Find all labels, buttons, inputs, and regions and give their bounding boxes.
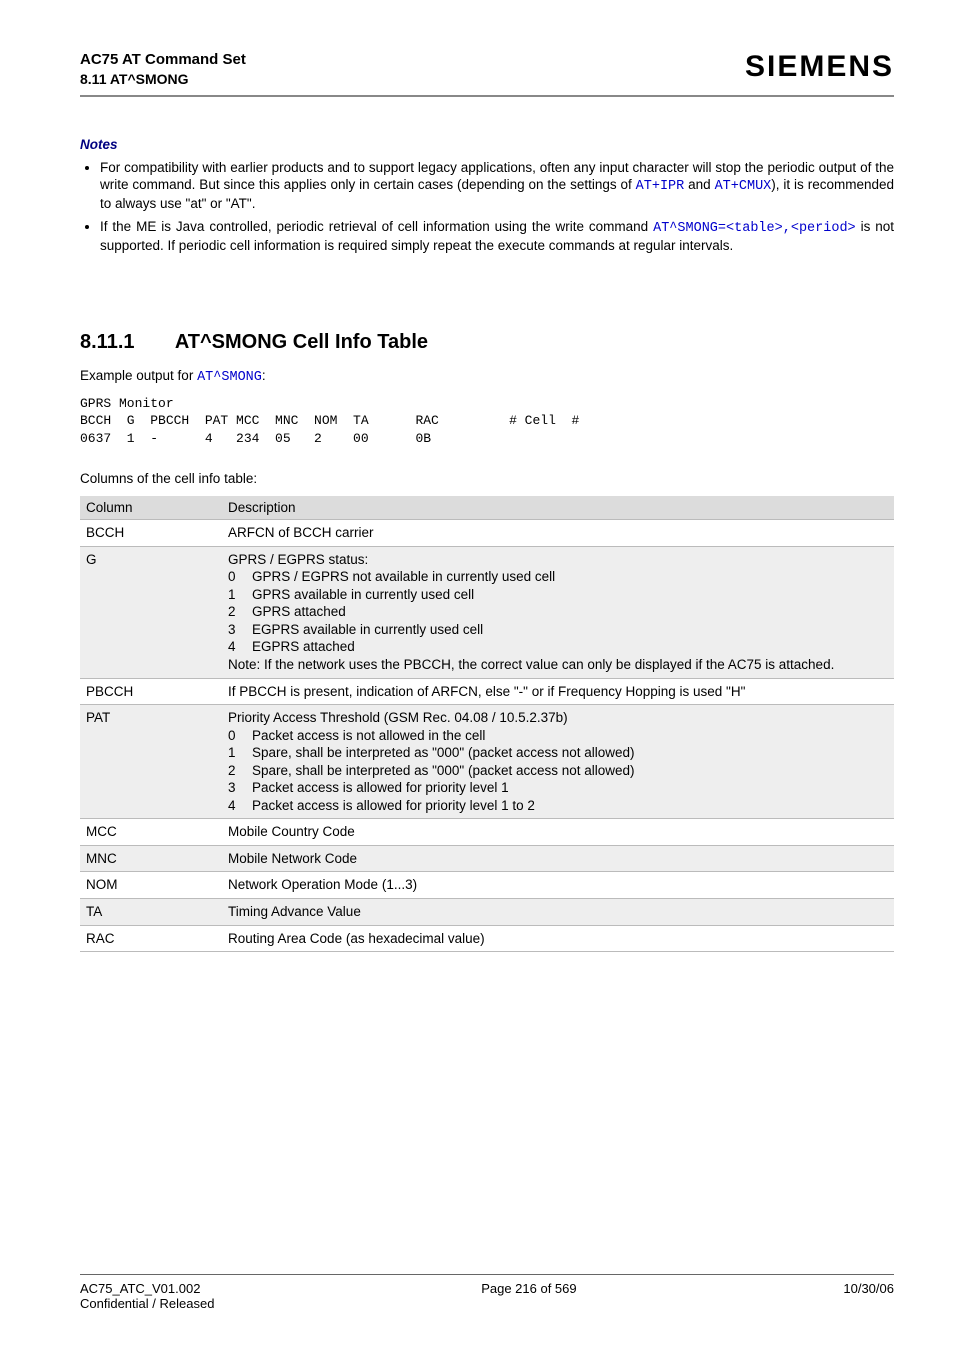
example-text: :	[262, 368, 266, 383]
doc-title: AC75 AT Command Set	[80, 50, 246, 70]
enum-number: 0	[228, 727, 240, 745]
enum-number: 2	[228, 603, 240, 621]
comma-text: ,	[783, 221, 791, 236]
enum-row: 2 GPRS attached	[228, 603, 888, 621]
table-row: MCCMobile Country Code	[80, 819, 894, 846]
brand-logo: SIEMENS	[745, 50, 894, 84]
enum-row: 4 EGPRS attached	[228, 638, 888, 656]
notes-heading: Notes	[80, 137, 894, 152]
table-param-link[interactable]: <table>	[726, 221, 783, 236]
footer-page-number: Page 216 of 569	[481, 1281, 576, 1311]
enum-row: 1 Spare, shall be interpreted as "000" (p…	[228, 744, 888, 762]
footer-confidential: Confidential / Released	[80, 1296, 214, 1311]
table-row: RACRouting Area Code (as hexadecimal val…	[80, 925, 894, 952]
enum-text: Spare, shall be interpreted as "000" (pa…	[252, 744, 635, 762]
equals-text: =	[718, 221, 726, 236]
header-left: AC75 AT Command Set 8.11 AT^SMONG	[80, 50, 246, 89]
note-item: If the ME is Java controlled, periodic r…	[100, 219, 894, 255]
footer-left: AC75_ATC_V01.002 Confidential / Released	[80, 1281, 214, 1311]
description-cell: Priority Access Threshold (GSM Rec. 04.0…	[222, 705, 894, 819]
enum-text: Packet access is allowed for priority le…	[252, 779, 509, 797]
column-name-cell: PBCCH	[80, 678, 222, 705]
section-title: AT^SMONG Cell Info Table	[175, 331, 428, 353]
column-name-cell: NOM	[80, 872, 222, 899]
note-text: and	[684, 177, 714, 192]
column-name-cell: MCC	[80, 819, 222, 846]
example-output: GPRS Monitor BCCH G PBCCH PAT MCC MNC NO…	[80, 395, 894, 448]
note-item: For compatibility with earlier products …	[100, 160, 894, 213]
section-number: 8.11.1	[80, 331, 170, 354]
description-cell: Mobile Country Code	[222, 819, 894, 846]
table-row: NOMNetwork Operation Mode (1...3)	[80, 872, 894, 899]
enum-number: 4	[228, 797, 240, 815]
enum-text: GPRS available in currently used cell	[252, 586, 474, 604]
notes-list: For compatibility with earlier products …	[80, 160, 894, 260]
enum-number: 4	[228, 638, 240, 656]
enum-text: Packet access is allowed for priority le…	[252, 797, 535, 815]
enum-text: EGPRS available in currently used cell	[252, 621, 483, 639]
description-cell: If PBCCH is present, indication of ARFCN…	[222, 678, 894, 705]
enum-row: 1 GPRS available in currently used cell	[228, 586, 888, 604]
enum-number: 2	[228, 762, 240, 780]
enum-number: 1	[228, 744, 240, 762]
at-smong-link[interactable]: AT^SMONG	[653, 221, 718, 236]
table-row: TATiming Advance Value	[80, 899, 894, 926]
column-name-cell: BCCH	[80, 520, 222, 547]
column-name-cell: G	[80, 546, 222, 678]
description-cell: Network Operation Mode (1...3)	[222, 872, 894, 899]
note-text: If the ME is Java controlled, periodic r…	[100, 219, 653, 234]
example-text: Example output for	[80, 368, 197, 383]
table-row: BCCHARFCN of BCCH carrier	[80, 520, 894, 547]
description-cell: Routing Area Code (as hexadecimal value)	[222, 925, 894, 952]
at-ipr-link[interactable]: AT+IPR	[636, 179, 685, 194]
desc-trail: Note: If the network uses the PBCCH, the…	[228, 656, 888, 674]
footer-doc-id: AC75_ATC_V01.002	[80, 1281, 214, 1296]
description-cell: ARFCN of BCCH carrier	[222, 520, 894, 547]
desc-lead: Priority Access Threshold (GSM Rec. 04.0…	[228, 709, 888, 727]
enum-number: 1	[228, 586, 240, 604]
table-header-row: Column Description	[80, 496, 894, 520]
section-heading: 8.11.1 AT^SMONG Cell Info Table	[80, 331, 894, 354]
columns-caption: Columns of the cell info table:	[80, 471, 894, 486]
column-name-cell: PAT	[80, 705, 222, 819]
table-row: PAT Priority Access Threshold (GSM Rec. 0…	[80, 705, 894, 819]
example-intro: Example output for AT^SMONG:	[80, 368, 894, 385]
description-cell: Timing Advance Value	[222, 899, 894, 926]
table-row: PBCCHIf PBCCH is present, indication of …	[80, 678, 894, 705]
column-name-cell: TA	[80, 899, 222, 926]
footer-date: 10/30/06	[843, 1281, 894, 1311]
table-row: MNCMobile Network Code	[80, 845, 894, 872]
desc-lead: GPRS / EGPRS status:	[228, 551, 888, 569]
enum-text: Packet access is not allowed in the cell	[252, 727, 485, 745]
at-cmux-link[interactable]: AT+CMUX	[715, 179, 772, 194]
enum-row: 4 Packet access is allowed for priority l…	[228, 797, 888, 815]
enum-row: 3 EGPRS available in currently used cell	[228, 621, 888, 639]
enum-number: 3	[228, 779, 240, 797]
col-header-column: Column	[80, 496, 222, 520]
enum-text: GPRS attached	[252, 603, 346, 621]
enum-row: 3 Packet access is allowed for priority l…	[228, 779, 888, 797]
enum-number: 3	[228, 621, 240, 639]
description-cell: Mobile Network Code	[222, 845, 894, 872]
page-header: AC75 AT Command Set 8.11 AT^SMONG SIEMEN…	[80, 50, 894, 97]
column-name-cell: RAC	[80, 925, 222, 952]
enum-text: Spare, shall be interpreted as "000" (pa…	[252, 762, 635, 780]
enum-row: 2 Spare, shall be interpreted as "000" (p…	[228, 762, 888, 780]
enum-row: 0 Packet access is not allowed in the cel…	[228, 727, 888, 745]
column-name-cell: MNC	[80, 845, 222, 872]
table-row: G GPRS / EGPRS status:0 GPRS / EGPRS not a…	[80, 546, 894, 678]
doc-subtitle: 8.11 AT^SMONG	[80, 70, 246, 89]
cell-info-table: Column Description BCCHARFCN of BCCH car…	[80, 496, 894, 952]
page-footer: AC75_ATC_V01.002 Confidential / Released…	[80, 1274, 894, 1311]
period-param-link[interactable]: <period>	[791, 221, 856, 236]
description-cell: GPRS / EGPRS status:0 GPRS / EGPRS not av…	[222, 546, 894, 678]
enum-number: 0	[228, 568, 240, 586]
enum-text: GPRS / EGPRS not available in currently …	[252, 568, 555, 586]
enum-row: 0 GPRS / EGPRS not available in currently…	[228, 568, 888, 586]
col-header-description: Description	[222, 496, 894, 520]
at-smong-link[interactable]: AT^SMONG	[197, 370, 262, 385]
enum-text: EGPRS attached	[252, 638, 355, 656]
